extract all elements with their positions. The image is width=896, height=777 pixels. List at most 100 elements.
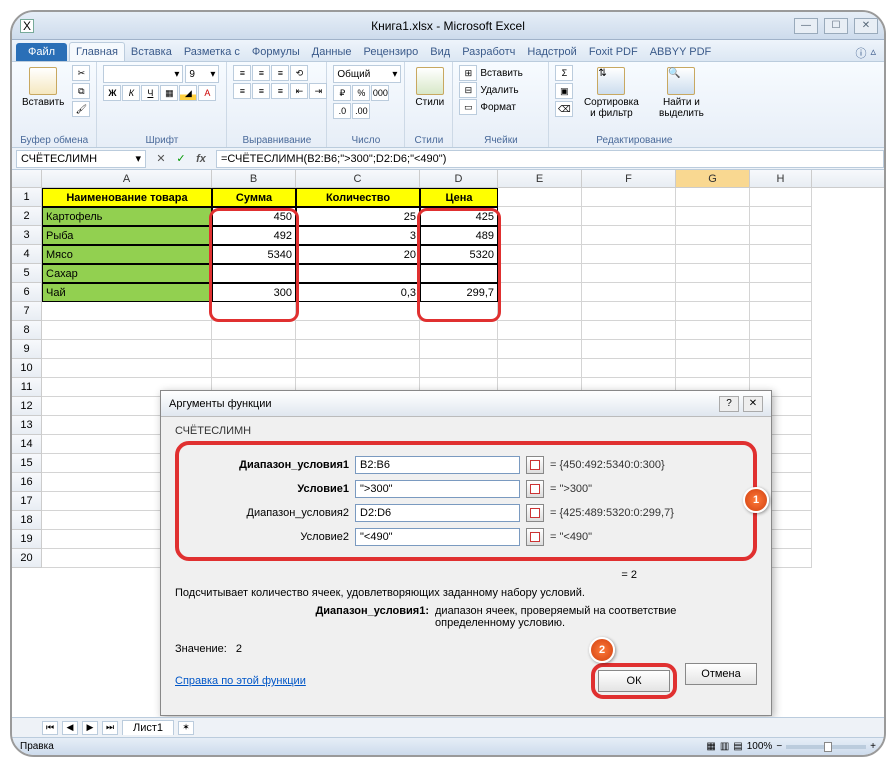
row-header[interactable]: 12 (12, 397, 42, 416)
tab-file[interactable]: Файл (16, 43, 67, 61)
row-header[interactable]: 18 (12, 511, 42, 530)
dialog-help-icon[interactable]: ? (719, 396, 739, 412)
cell[interactable] (582, 188, 676, 207)
help-link[interactable]: Справка по этой функции (175, 675, 306, 687)
cell[interactable] (582, 302, 676, 321)
col-header-g[interactable]: G (676, 170, 750, 187)
cell[interactable] (212, 340, 296, 359)
cell[interactable] (750, 302, 812, 321)
cancel-button[interactable]: Отмена (685, 663, 757, 685)
tab-insert[interactable]: Вставка (125, 43, 178, 61)
zoom-level[interactable]: 100% (747, 741, 773, 752)
maximize-icon[interactable]: ☐ (824, 18, 848, 34)
data-cell[interactable]: 300 (212, 283, 296, 302)
cell[interactable] (498, 359, 582, 378)
row-header[interactable]: 15 (12, 454, 42, 473)
sheet-nav-last-icon[interactable]: ⏭ (102, 721, 118, 735)
cell[interactable] (296, 302, 420, 321)
close-icon[interactable]: ✕ (854, 18, 878, 34)
cell[interactable] (582, 226, 676, 245)
name-box[interactable]: СЧЁТЕСЛИМН▾ (16, 150, 146, 168)
header-cell[interactable]: Наименование товара (42, 188, 212, 207)
fill-icon[interactable]: ▣ (555, 83, 573, 99)
cut-icon[interactable]: ✂ (72, 65, 90, 81)
cell[interactable] (676, 226, 750, 245)
cell[interactable] (750, 359, 812, 378)
align-bot-icon[interactable]: ≡ (271, 65, 289, 81)
view-break-icon[interactable]: ▤ (733, 741, 742, 752)
sheet-nav-prev-icon[interactable]: ◀ (62, 721, 78, 735)
zoom-out-icon[interactable]: − (776, 741, 782, 752)
cell[interactable] (582, 359, 676, 378)
col-header-f[interactable]: F (582, 170, 676, 187)
cell[interactable] (582, 283, 676, 302)
cancel-formula-icon[interactable]: ✕ (152, 150, 170, 168)
cell[interactable] (582, 207, 676, 226)
format-label[interactable]: Формат (480, 102, 516, 113)
insert-cells-icon[interactable]: ⊞ (459, 65, 477, 81)
orientation-icon[interactable]: ⟲ (290, 65, 308, 81)
tab-foxit[interactable]: Foxit PDF (583, 43, 644, 61)
row-header[interactable]: 5 (12, 264, 42, 283)
align-center-icon[interactable]: ≡ (252, 83, 270, 99)
ribbon-min-icon[interactable]: ▵ (870, 45, 876, 61)
data-cell[interactable]: Чай (42, 283, 212, 302)
new-sheet-icon[interactable]: ✶ (178, 721, 194, 735)
dialog-close-icon[interactable]: ✕ (743, 396, 763, 412)
cell[interactable] (42, 340, 212, 359)
fx-icon[interactable]: fx (192, 150, 210, 168)
data-cell[interactable]: 5320 (420, 245, 498, 264)
tab-review[interactable]: Рецензиро (358, 43, 425, 61)
data-cell[interactable]: Рыба (42, 226, 212, 245)
arg-input[interactable]: "<490" (355, 528, 520, 546)
cell[interactable] (676, 207, 750, 226)
row-header[interactable]: 19 (12, 530, 42, 549)
cell[interactable] (498, 321, 582, 340)
percent-icon[interactable]: % (352, 85, 370, 101)
dec-decimal-icon[interactable]: .00 (352, 103, 370, 119)
bold-button[interactable]: Ж (103, 85, 121, 101)
cell[interactable] (212, 321, 296, 340)
data-cell[interactable]: 450 (212, 207, 296, 226)
cell[interactable] (296, 340, 420, 359)
data-cell[interactable]: 492 (212, 226, 296, 245)
currency-icon[interactable]: ₽ (333, 85, 351, 101)
row-header[interactable]: 8 (12, 321, 42, 340)
cell[interactable] (296, 359, 420, 378)
cell[interactable] (212, 359, 296, 378)
align-left-icon[interactable]: ≡ (233, 83, 251, 99)
sheet-tab[interactable]: Лист1 (122, 720, 174, 735)
help-icon[interactable]: ⓘ (855, 45, 866, 61)
sort-filter-button[interactable]: ⇅ Сортировка и фильтр (577, 65, 645, 121)
align-mid-icon[interactable]: ≡ (252, 65, 270, 81)
cell[interactable] (750, 340, 812, 359)
data-cell[interactable]: 20 (296, 245, 420, 264)
format-painter-icon[interactable]: 🖌 (72, 101, 90, 117)
copy-icon[interactable]: ⧉ (72, 83, 90, 99)
range-picker-icon[interactable] (526, 456, 544, 474)
cell[interactable] (676, 188, 750, 207)
cell[interactable] (750, 245, 812, 264)
data-cell[interactable]: Картофель (42, 207, 212, 226)
row-header[interactable]: 14 (12, 435, 42, 454)
font-name-combo[interactable]: ▾ (103, 65, 183, 83)
header-cell[interactable]: Количество (296, 188, 420, 207)
cell[interactable] (750, 207, 812, 226)
accept-formula-icon[interactable]: ✓ (172, 150, 190, 168)
tab-abbyy[interactable]: ABBYY PDF (644, 43, 718, 61)
sheet-nav-next-icon[interactable]: ▶ (82, 721, 98, 735)
tab-home[interactable]: Главная (69, 42, 125, 61)
delete-label[interactable]: Удалить (480, 85, 518, 96)
cell[interactable] (582, 321, 676, 340)
paste-button[interactable]: Вставить (18, 65, 68, 110)
data-cell[interactable]: 425 (420, 207, 498, 226)
autosum-icon[interactable]: Σ (555, 65, 573, 81)
col-header-d[interactable]: D (420, 170, 498, 187)
row-header[interactable]: 6 (12, 283, 42, 302)
zoom-in-icon[interactable]: + (870, 741, 876, 752)
data-cell[interactable]: 489 (420, 226, 498, 245)
data-cell[interactable]: 3 (296, 226, 420, 245)
select-all-corner[interactable] (12, 170, 42, 187)
tab-formulas[interactable]: Формулы (246, 43, 306, 61)
cell[interactable] (750, 321, 812, 340)
